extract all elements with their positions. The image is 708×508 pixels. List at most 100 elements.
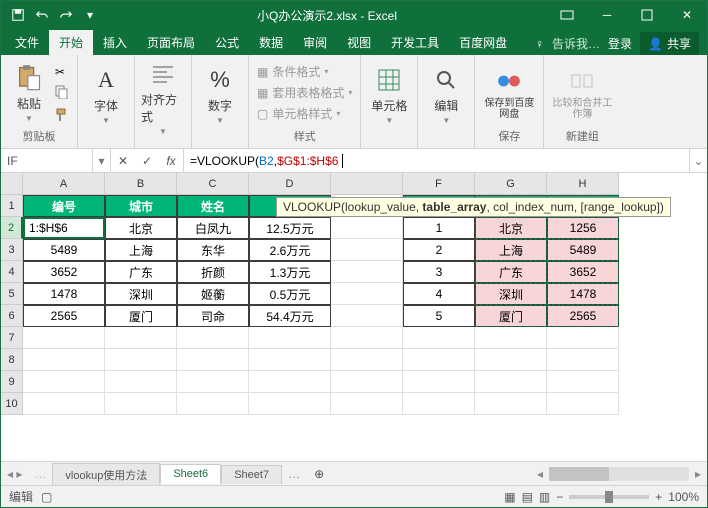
align-label: 对齐方式 <box>141 91 185 125</box>
baidu-save-button[interactable]: 保存到百度网盘 <box>481 66 537 120</box>
name-box[interactable]: IF <box>1 149 93 172</box>
tell-me-icon[interactable]: ♀ <box>535 37 544 51</box>
zoom-slider[interactable] <box>569 495 649 499</box>
view-layout-icon[interactable]: ▤ <box>522 490 533 504</box>
fx-icon[interactable]: fx <box>159 154 183 168</box>
maximize-icon[interactable] <box>627 1 667 29</box>
zoom-level[interactable]: 100% <box>668 490 699 504</box>
cancel-formula-icon[interactable]: ✕ <box>111 154 135 168</box>
sheet-more-icon[interactable]: … <box>282 467 306 481</box>
font-label: 字体 <box>94 97 118 114</box>
save-icon[interactable] <box>7 4 29 26</box>
copy-icon[interactable] <box>55 85 71 102</box>
compare-label: 比较和合并工作簿 <box>550 98 614 120</box>
view-normal-icon[interactable]: ▦ <box>504 490 515 504</box>
alignment-button[interactable]: 对齐方式 ▼ <box>141 59 185 136</box>
sheet-tab-0[interactable]: vlookup使用方法 <box>52 463 160 486</box>
tell-me-label[interactable]: 告诉我… <box>552 35 600 52</box>
sheet-tab-1[interactable]: Sheet6 <box>160 464 221 484</box>
group-compare: 比较和合并工作簿 新建组 <box>544 55 620 148</box>
hscroll-left-icon[interactable]: ◂ <box>531 467 549 481</box>
status-mode: 编辑 <box>9 488 33 505</box>
close-icon[interactable]: ✕ <box>667 1 707 29</box>
window-controls: ─ ✕ <box>547 1 707 29</box>
tab-baidu[interactable]: 百度网盘 <box>449 30 517 55</box>
title-bar: ▾ 小Q办公演示2.xlsx - Excel ─ ✕ <box>1 1 707 29</box>
cond-fmt-icon: ▦ <box>257 65 268 79</box>
number-label: 数字 <box>208 97 232 114</box>
formula-text-2: B2 <box>259 154 274 168</box>
editing-button[interactable]: 编辑▼ <box>424 65 468 125</box>
formula-input[interactable]: =VLOOKUP(B2,$G$1:$H$6 <box>184 149 689 172</box>
sheet-more-label: … <box>28 467 52 481</box>
undo-icon[interactable] <box>31 4 53 26</box>
compare-icon <box>567 66 597 96</box>
tab-file[interactable]: 文件 <box>5 30 49 55</box>
ribbon-tabs: 文件 开始 插入 页面布局 公式 数据 审阅 视图 开发工具 百度网盘 ♀ 告诉… <box>1 29 707 55</box>
cut-icon[interactable]: ✂ <box>55 65 71 79</box>
minimize-icon[interactable]: ─ <box>587 1 627 29</box>
login-button[interactable]: 登录 <box>608 35 632 52</box>
conditional-format-button[interactable]: ▦条件格式 ▾ <box>255 62 354 81</box>
tab-home[interactable]: 开始 <box>49 30 93 55</box>
tab-layout[interactable]: 页面布局 <box>137 30 205 55</box>
namebox-dropdown-icon[interactable]: ▾ <box>93 149 111 172</box>
share-button[interactable]: 👤共享 <box>640 32 699 55</box>
zoom-in-icon[interactable]: + <box>655 490 662 504</box>
tab-insert[interactable]: 插入 <box>93 30 137 55</box>
new-sheet-icon[interactable]: ⊕ <box>306 467 332 481</box>
quick-access-toolbar: ▾ <box>1 4 107 26</box>
zoom-out-icon[interactable]: − <box>556 490 563 504</box>
sheet-nav[interactable]: ◂ ▸ <box>1 467 28 481</box>
table-fmt-icon: ▦ <box>257 86 268 100</box>
formula-expand-icon[interactable]: ⌄ <box>689 149 707 172</box>
format-painter-icon[interactable] <box>55 108 71 125</box>
font-icon: A <box>91 65 121 95</box>
number-button[interactable]: % 数字 ▼ <box>198 65 242 125</box>
table-format-button[interactable]: ▦套用表格格式 ▾ <box>255 83 354 102</box>
ribbon: 粘贴 ▼ ✂ 剪贴板 A 字体 ▼ 对齐方式 ▼ % 数字 ▼ ▦条件格式 ▾ ▦套用表格… <box>1 55 707 149</box>
group-alignment: 对齐方式 ▼ <box>135 55 192 148</box>
macro-record-icon[interactable]: ▢ <box>41 490 52 504</box>
formula-text-1: =VLOOKUP( <box>190 154 259 168</box>
group-baidu-save: 保存到百度网盘 保存 <box>475 55 544 148</box>
chevron-down-icon: ▼ <box>442 116 450 125</box>
worksheet-area[interactable]: VLOOKUP(lookup_value, table_array, col_i… <box>1 173 707 461</box>
ribbon-display-icon[interactable] <box>547 1 587 29</box>
chevron-down-icon: ▼ <box>216 116 224 125</box>
group-clipboard: 粘贴 ▼ ✂ 剪贴板 <box>1 55 78 148</box>
hscroll-right-icon[interactable]: ▸ <box>689 467 707 481</box>
window-title: 小Q办公演示2.xlsx - Excel <box>107 7 547 24</box>
tab-formulas[interactable]: 公式 <box>205 30 249 55</box>
status-bar: 编辑 ▢ ▦ ▤ ▥ − + 100% <box>1 485 707 507</box>
qat-customize-icon[interactable]: ▾ <box>79 4 101 26</box>
tab-developer[interactable]: 开发工具 <box>381 30 449 55</box>
sheet-tab-bar: ◂ ▸ … vlookup使用方法 Sheet6 Sheet7 … ⊕ ◂ ▸ <box>1 461 707 485</box>
group-editing: 编辑▼ <box>418 55 475 148</box>
font-button[interactable]: A字体▼ <box>84 65 128 125</box>
group-font: A字体▼ <box>78 55 135 148</box>
accept-formula-icon[interactable]: ✓ <box>135 154 159 168</box>
chevron-down-icon: ▼ <box>385 116 393 125</box>
formula-text-4: $G$1:$H$6 <box>277 154 338 168</box>
active-cell[interactable]: 1:$H$6 <box>23 217 105 239</box>
save-group-label: 保存 <box>498 128 520 146</box>
horizontal-scrollbar[interactable] <box>549 467 689 481</box>
view-pagebreak-icon[interactable]: ▥ <box>539 490 550 504</box>
search-icon <box>431 65 461 95</box>
align-icon <box>148 59 178 89</box>
tab-data[interactable]: 数据 <box>249 30 293 55</box>
formula-bar: IF ▾ ✕ ✓ fx =VLOOKUP(B2,$G$1:$H$6 ⌄ <box>1 149 707 173</box>
baidu-save-label: 保存到百度网盘 <box>481 98 537 120</box>
tab-review[interactable]: 审阅 <box>293 30 337 55</box>
percent-icon: % <box>205 65 235 95</box>
tab-view[interactable]: 视图 <box>337 30 381 55</box>
redo-icon[interactable] <box>55 4 77 26</box>
cell-style-button[interactable]: ▢单元格样式 ▾ <box>255 104 354 123</box>
cells-button[interactable]: 单元格▼ <box>367 65 411 125</box>
chevron-down-icon: ▼ <box>25 114 33 123</box>
chevron-down-icon: ▼ <box>159 127 167 136</box>
styles-label: 样式 <box>294 128 316 146</box>
sheet-tab-2[interactable]: Sheet7 <box>221 465 282 484</box>
paste-button[interactable]: 粘贴 ▼ <box>7 63 51 123</box>
